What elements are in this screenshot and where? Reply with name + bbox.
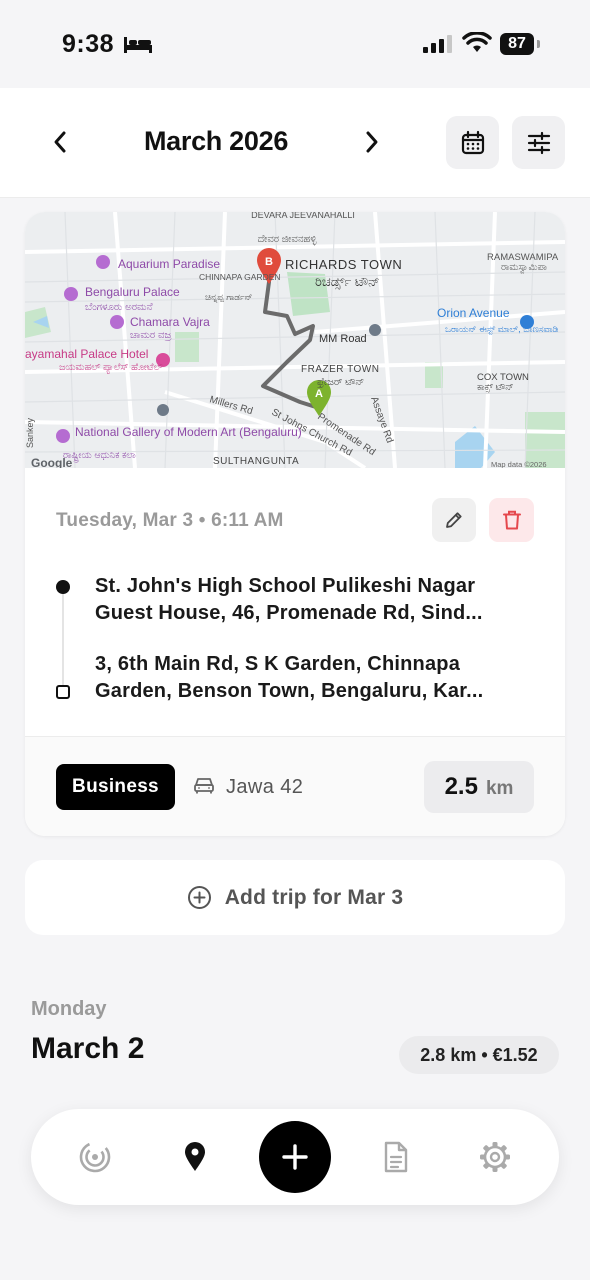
trip-card-footer: Business Jawa 42 2.5 km bbox=[25, 737, 565, 836]
trip-datetime: Tuesday, Mar 3 • 6:11 AM bbox=[56, 510, 284, 531]
calendar-icon bbox=[461, 130, 484, 154]
end-address: 3, 6th Main Rd, S K Garden, Chinnapa Gar… bbox=[95, 651, 545, 705]
map-label-orion-kn: ಒರಾಯನ್ ಈಸ್ಟ್ ಮಾಲ್, ಬಾಣಸವಾಡಿ bbox=[445, 324, 559, 335]
marker-a-label: A bbox=[315, 388, 323, 400]
page-title: March 2026 bbox=[143, 126, 289, 156]
map-label-palace: Bengaluru Palace bbox=[85, 285, 180, 299]
status-bar: 9:38 87 bbox=[0, 0, 590, 88]
map-label-richards-kn: ರಿಚರ್ಡ್ಸ್ ಟೌನ್ bbox=[315, 274, 380, 290]
tab-settings[interactable] bbox=[475, 1137, 515, 1177]
tab-tracking[interactable] bbox=[75, 1137, 115, 1177]
map-label-richards: RICHARDS TOWN bbox=[285, 257, 402, 272]
map-label-ramaswami-kn: ರಾಮಸ್ವಾಮಿಪಾ bbox=[501, 262, 548, 274]
map-label-jayamahal-kn: ಜಯಮಹಲ್ ಪ್ಯಾಲೆಸ್ ಹೋಟೆಲ್ bbox=[59, 362, 163, 374]
pencil-icon bbox=[446, 512, 462, 528]
filter-button[interactable] bbox=[512, 116, 565, 169]
route-map[interactable]: B A DEVARA JEEVANAHALLI ದೇವರ ಜೀವನಹಳ್ಳಿ A… bbox=[25, 212, 565, 468]
route-timeline bbox=[62, 594, 64, 690]
end-address-line2: Garden, Benson Town, Bengaluru, Kar... bbox=[95, 680, 484, 702]
map-label-jayamahal: ayamahal Palace Hotel bbox=[25, 347, 148, 361]
battery-nub bbox=[537, 40, 540, 48]
start-address: St. John's High School Pulikeshi Nagar G… bbox=[95, 573, 545, 627]
add-button[interactable] bbox=[259, 1121, 331, 1193]
trash-icon bbox=[502, 510, 521, 530]
map-label-devara: DEVARA JEEVANAHALLI bbox=[251, 212, 355, 220]
tab-trips[interactable] bbox=[175, 1137, 215, 1177]
edit-trip-button[interactable] bbox=[432, 498, 476, 542]
start-address-line2: Guest House, 46, Promenade Rd, Sind... bbox=[95, 602, 483, 624]
battery-icon: 87 bbox=[500, 33, 534, 55]
calendar-button[interactable] bbox=[446, 116, 499, 169]
plus-icon bbox=[282, 1144, 308, 1170]
day-summary-badge: 2.8 km • €1.52 bbox=[399, 1036, 559, 1074]
map-label-frazer: FRAZER TOWN bbox=[301, 364, 379, 375]
map-label-chamara-kn: ಚಾಮರ ವಜ್ರ bbox=[130, 330, 172, 341]
map-label-palace-kn: ಬೆಂಗಳೂರು ಅರಮನೆ bbox=[85, 302, 153, 313]
trip-distance-unit: km bbox=[485, 778, 514, 799]
map-label-gallery-kn: ರಾಷ್ಟ್ರೀಯ ಆಧುನಿಕ ಕಲಾ bbox=[63, 450, 136, 463]
chevron-right-icon bbox=[366, 131, 378, 153]
start-point-icon bbox=[56, 580, 70, 594]
start-address-line1: St. John's High School Pulikeshi Nagar bbox=[95, 575, 476, 597]
document-icon bbox=[384, 1141, 408, 1173]
map-label-sulthangunta: SULTHANGUNTA bbox=[213, 456, 299, 467]
map-label-frazer-kn: ಫ್ರೇಜರ್ ಟೌನ್ bbox=[316, 377, 364, 388]
previous-month-button[interactable] bbox=[40, 116, 80, 168]
google-logo: Google bbox=[31, 456, 73, 468]
gear-icon bbox=[480, 1142, 510, 1172]
map-label-chamara: Chamara Vajra bbox=[130, 315, 210, 329]
map-label-orion: Orion Avenue bbox=[437, 306, 510, 320]
add-trip-label: Add trip for Mar 3 bbox=[224, 885, 404, 909]
map-pin-icon bbox=[185, 1142, 205, 1171]
trip-distance: 2.5 km bbox=[424, 761, 534, 813]
sliders-icon bbox=[527, 131, 550, 154]
map-label-cox-kn: ಕಾಕ್ಸ್ ಟೌನ್ bbox=[477, 382, 514, 393]
end-point-icon bbox=[56, 685, 70, 699]
add-trip-button[interactable]: Add trip for Mar 3 bbox=[25, 860, 565, 935]
vehicle-name: Jawa 42 bbox=[226, 776, 304, 798]
tab-reports[interactable] bbox=[376, 1137, 416, 1177]
map-label-chinnapa: CHINNAPA GARDEN bbox=[199, 272, 281, 282]
map-attribution: Map data ©2026 bbox=[491, 460, 547, 468]
delete-trip-button[interactable] bbox=[489, 498, 534, 542]
month-header: March 2026 bbox=[0, 88, 590, 198]
day-date: March 2 bbox=[31, 1032, 145, 1065]
next-month-button[interactable] bbox=[352, 116, 392, 168]
status-time: 9:38 bbox=[62, 30, 115, 58]
day-weekday: Monday bbox=[31, 998, 107, 1020]
map-label-chinnapa-kn: ಚಿನ್ನಪ್ಪ ಗಾರ್ಡನ್ bbox=[205, 292, 253, 303]
end-address-line1: 3, 6th Main Rd, S K Garden, Chinnapa bbox=[95, 653, 461, 675]
radar-icon bbox=[79, 1141, 111, 1173]
trip-card[interactable]: B A DEVARA JEEVANAHALLI ದೇವರ ಜೀವನಹಳ್ಳಿ A… bbox=[25, 212, 565, 836]
bed-icon bbox=[124, 37, 152, 53]
wifi-icon bbox=[462, 32, 492, 52]
map-label-aquarium: Aquarium Paradise bbox=[118, 257, 220, 271]
trip-distance-value: 2.5 bbox=[444, 773, 478, 800]
bottom-tab-bar bbox=[31, 1109, 559, 1205]
map-label-devara-kn: ದೇವರ ಜೀವನಹಳ್ಳಿ bbox=[258, 234, 317, 245]
trip-category-badge[interactable]: Business bbox=[56, 764, 175, 810]
marker-b-label: B bbox=[265, 256, 273, 268]
signal-icon bbox=[423, 35, 452, 53]
map-label-mm-road: MM Road bbox=[319, 333, 367, 345]
car-icon bbox=[194, 778, 214, 794]
map-label-gallery: National Gallery of Modern Art (Bengalur… bbox=[75, 425, 302, 439]
plus-circle-icon bbox=[187, 886, 211, 909]
chevron-left-icon bbox=[54, 131, 66, 153]
map-label-sankey: Sankey bbox=[25, 417, 35, 448]
